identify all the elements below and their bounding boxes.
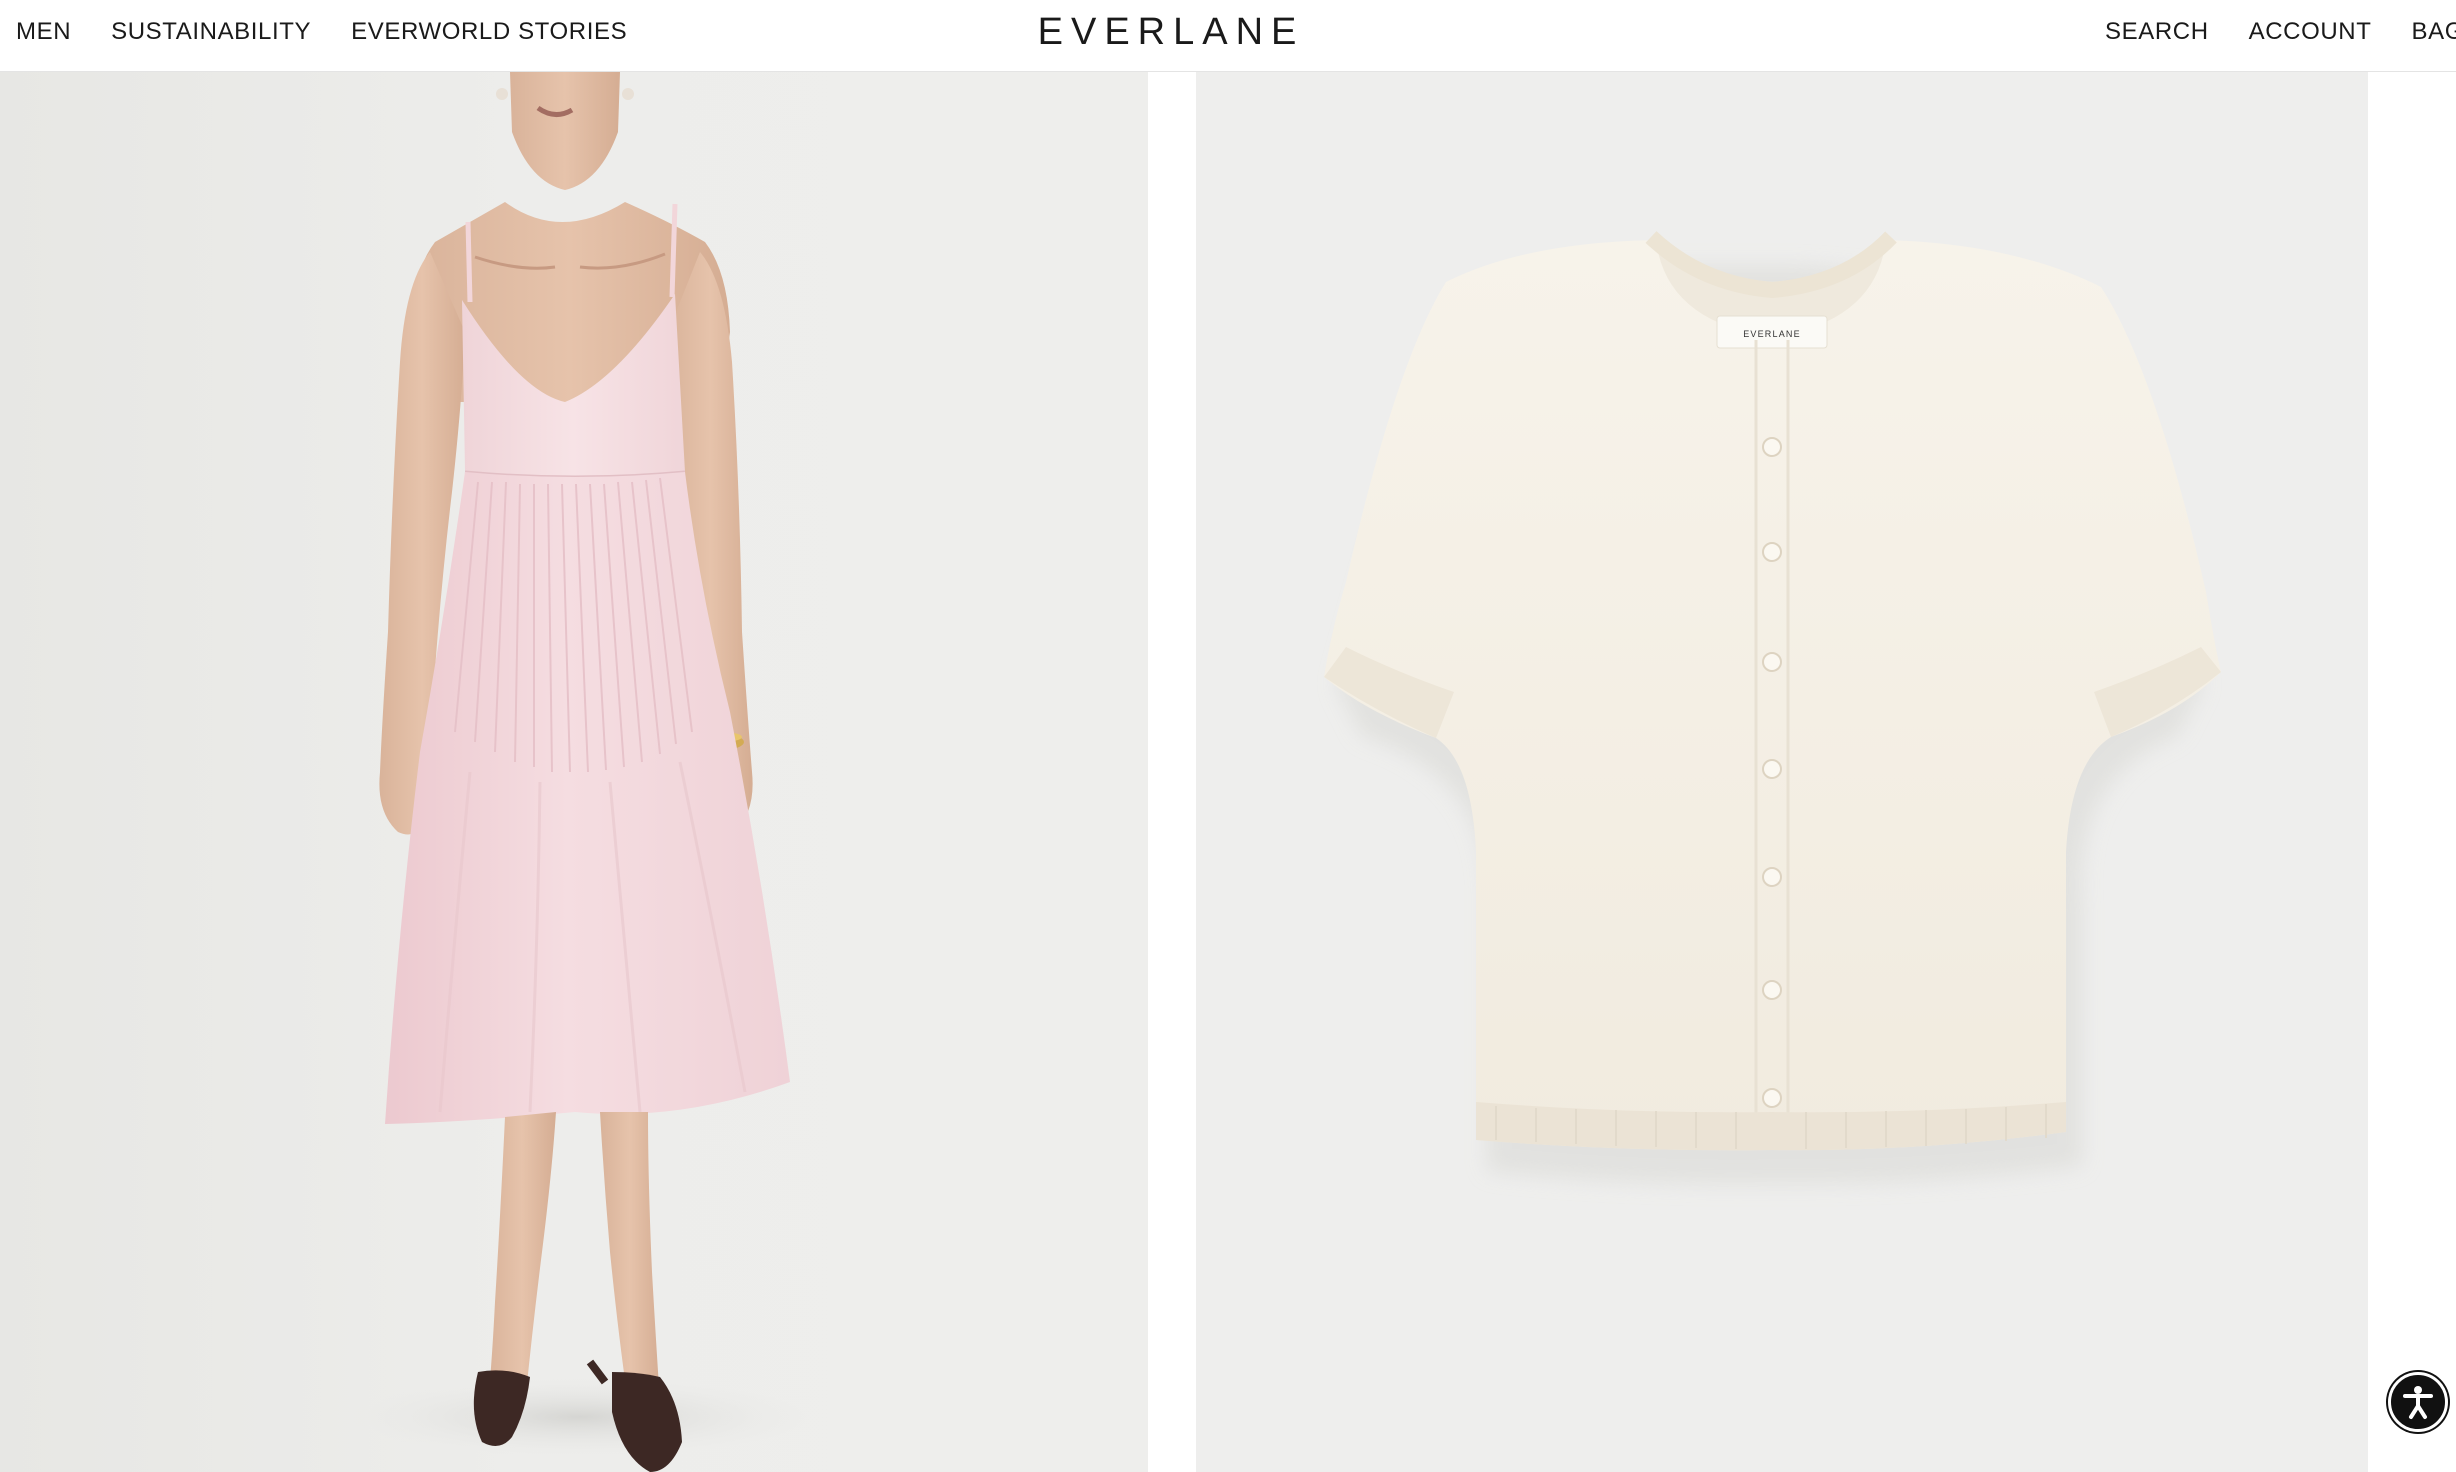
nav-search[interactable]: SEARCH [2105,18,2209,46]
cardigan-illustration: EVERLANE [1324,231,2221,1185]
nav-everworld-stories[interactable]: EVERWORLD STORIES [351,18,627,46]
nav-account[interactable]: ACCOUNT [2249,18,2372,46]
dress-model-illustration [350,72,810,1472]
nav-bag[interactable]: BAG [2412,18,2456,46]
brand-logo[interactable]: EVERLANE [1038,8,1297,56]
accessibility-button[interactable] [2388,1372,2448,1432]
nav-sustainability[interactable]: SUSTAINABILITY [111,18,311,46]
primary-nav-left: MEN SUSTAINABILITY EVERWORLD STORIES [16,0,627,64]
product-image-cream-cardigan[interactable]: EVERLANE [1196,72,2368,1472]
site-header: MEN SUSTAINABILITY EVERWORLD STORIES EVE… [0,0,2456,72]
neck-label-text: EVERLANE [1743,329,1801,339]
product-image-pink-dress[interactable] [0,72,1148,1472]
nav-men[interactable]: MEN [16,18,71,46]
accessibility-icon [2403,1386,2433,1419]
utility-nav-right: SEARCH ACCOUNT BAG [2105,0,2456,64]
